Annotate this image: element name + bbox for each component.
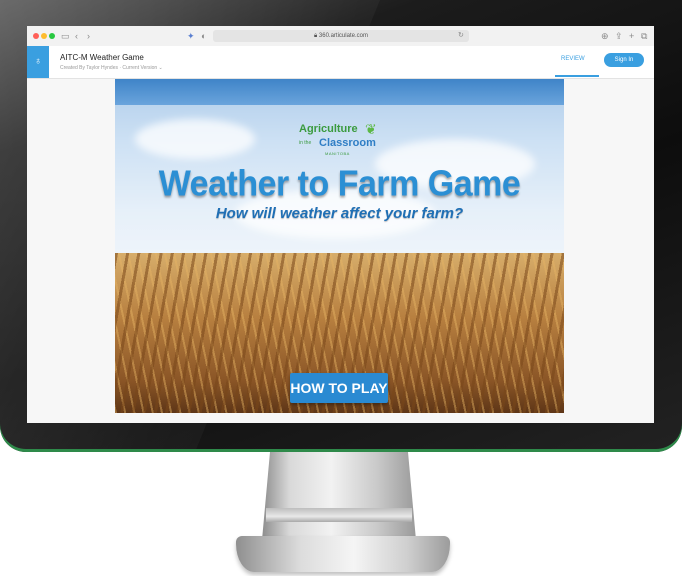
tab-review[interactable]: REVIEW bbox=[561, 56, 585, 62]
address-bar[interactable]: 🔒︎ 360.articulate.com bbox=[213, 30, 469, 42]
minimize-window-button[interactable] bbox=[41, 33, 47, 39]
sidebar-icon[interactable]: ▭ bbox=[61, 30, 70, 42]
extension-icon[interactable]: ✦ bbox=[187, 30, 195, 42]
lock-icon: 🔒︎ bbox=[314, 33, 318, 39]
close-window-button[interactable] bbox=[33, 33, 39, 39]
address-bar-url: 360.articulate.com bbox=[318, 33, 368, 39]
slide-viewport: Agriculture ❦ in the Classroom MANITOBA … bbox=[27, 79, 654, 423]
app-logo-icon[interactable]: ♁ bbox=[27, 46, 49, 78]
share-icon[interactable]: ⇪ bbox=[615, 30, 623, 42]
maximize-window-button[interactable] bbox=[49, 33, 55, 39]
monitor-screen: ▭ ‹ › ✦ ◐ 🔒︎ 360.articulate.com ↻ ⊕ ⇪ + … bbox=[27, 26, 654, 423]
monitor-stand-neck bbox=[262, 452, 416, 540]
back-arrow-icon[interactable]: ‹ bbox=[75, 30, 78, 42]
project-byline[interactable]: Created By Taylor Hyndes · Current Versi… bbox=[60, 65, 163, 71]
logo-text-agriculture: Agriculture bbox=[299, 123, 358, 135]
new-tab-icon[interactable]: + bbox=[629, 30, 634, 42]
monitor-stand-base bbox=[236, 536, 450, 572]
aitc-logo: Agriculture ❦ in the Classroom MANITOBA bbox=[285, 121, 395, 156]
app-header: ♁ AITC-M Weather Game Created By Taylor … bbox=[27, 46, 654, 79]
privacy-shield-icon[interactable]: ◐ bbox=[201, 30, 206, 42]
browser-toolbar: ▭ ‹ › ✦ ◐ 🔒︎ 360.articulate.com ↻ ⊕ ⇪ + … bbox=[27, 26, 654, 47]
monitor-stand-ridge bbox=[266, 508, 412, 522]
how-to-play-button[interactable]: HOW TO PLAY bbox=[290, 373, 388, 403]
sign-in-button[interactable]: Sign In bbox=[604, 53, 644, 67]
subtitle-text-start: How will weather affect bbox=[215, 205, 385, 222]
project-title: AITC-M Weather Game bbox=[60, 53, 144, 62]
logo-text-manitoba: MANITOBA bbox=[325, 151, 350, 156]
forward-arrow-icon[interactable]: › bbox=[87, 30, 90, 42]
game-title-slide: Agriculture ❦ in the Classroom MANITOBA … bbox=[115, 79, 564, 413]
reload-icon[interactable]: ↻ bbox=[458, 30, 464, 42]
subtitle-text-end: farm? bbox=[417, 205, 464, 222]
subtitle-emphasis: your bbox=[384, 205, 418, 222]
tab-overview-icon[interactable]: ⧉ bbox=[641, 30, 647, 42]
game-title: Weather to Farm Game bbox=[158, 164, 521, 204]
tab-review-indicator bbox=[555, 75, 599, 77]
game-subtitle: How will weather affect your farm? bbox=[115, 205, 564, 222]
leaf-icon: ❦ bbox=[365, 121, 377, 137]
sky-top-band bbox=[115, 79, 564, 105]
download-icon[interactable]: ⊕ bbox=[601, 30, 609, 42]
logo-text-classroom: Classroom bbox=[319, 137, 376, 149]
logo-text-in-the: in the bbox=[299, 140, 312, 146]
